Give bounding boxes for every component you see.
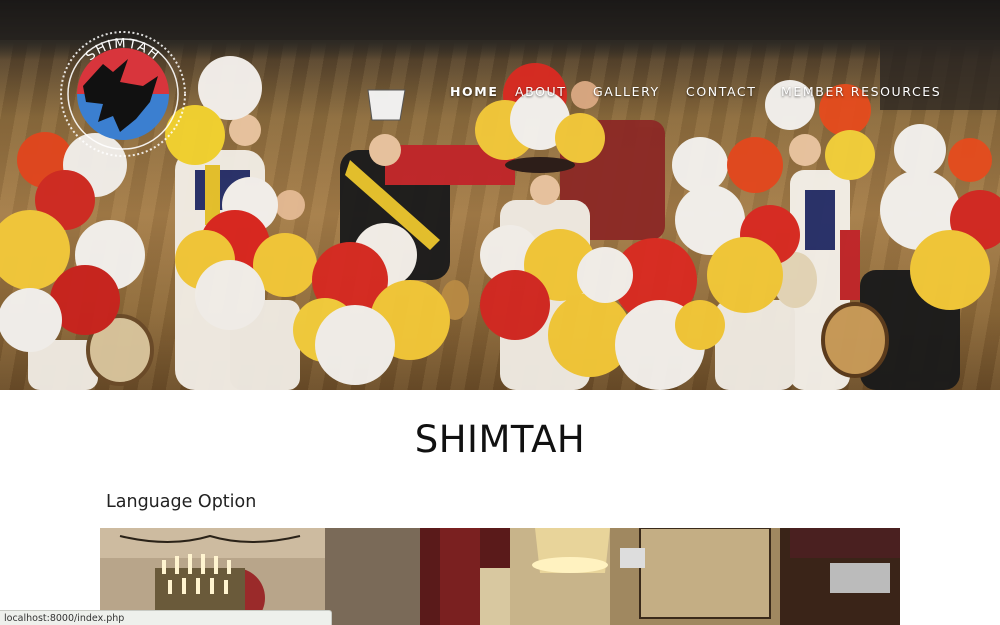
nav-home[interactable]: HOME — [450, 84, 498, 99]
language-option-heading: Language Option — [106, 492, 257, 512]
nav-contact[interactable]: CONTACT — [686, 84, 756, 99]
nav-member-resources[interactable]: MEMBER RESOURCES — [781, 84, 941, 99]
page-title: SHIMTAH — [414, 418, 586, 461]
nav-about[interactable]: ABOUT — [515, 84, 567, 99]
nav-gallery[interactable]: GALLERY — [593, 84, 660, 99]
main-navigation: HOME ABOUT GALLERY CONTACT MEMBER RESOUR… — [0, 84, 1000, 104]
browser-status-bar: localhost:8000/index.php — [0, 610, 332, 625]
hero-banner-image: SHIMTAH HOME ABOUT GALLERY CONTACT MEMBE… — [0, 0, 1000, 390]
page: SHIMTAH HOME ABOUT GALLERY CONTACT MEMBE… — [0, 0, 1000, 625]
